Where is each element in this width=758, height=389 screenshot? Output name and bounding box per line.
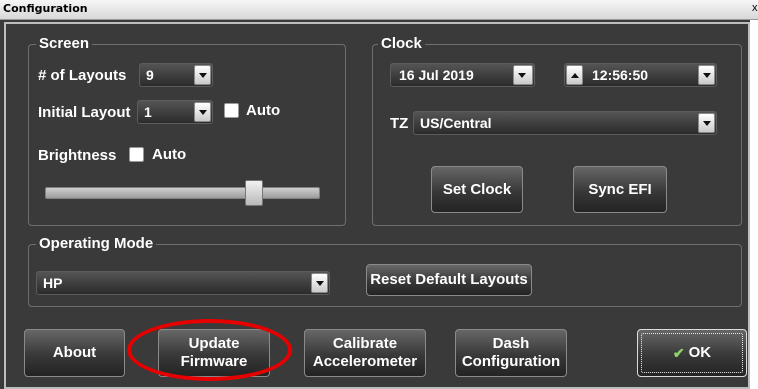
reset-default-layouts-button[interactable]: Reset Default Layouts	[366, 264, 532, 296]
chevron-down-icon[interactable]	[698, 113, 715, 133]
chevron-down-icon[interactable]	[311, 273, 328, 293]
operating-mode-legend: Operating Mode	[36, 235, 157, 252]
focus-ring	[641, 333, 743, 373]
brightness-auto-label: Auto	[152, 146, 187, 163]
timezone-select[interactable]: US/Central	[413, 111, 717, 135]
timezone-value: US/Central	[420, 115, 492, 131]
chevron-up-icon[interactable]	[566, 65, 583, 85]
sync-efi-button[interactable]: Sync EFI	[573, 166, 667, 213]
ok-button[interactable]: ✔ OK	[637, 329, 747, 377]
time-value: 12:56:50	[592, 67, 649, 83]
set-clock-button[interactable]: Set Clock	[431, 166, 523, 213]
date-value: 16 Jul 2019	[399, 67, 474, 83]
window-title: Configuration	[3, 2, 88, 15]
dash-configuration-button[interactable]: Dash Configuration	[455, 329, 567, 377]
operating-mode-value: HP	[43, 275, 63, 291]
about-label: About	[52, 344, 97, 361]
update-firmware-label-1: Update	[188, 335, 240, 352]
dash-configuration-label-1: Dash	[492, 335, 530, 352]
clock-legend: Clock	[378, 35, 425, 52]
initial-layout-value: 1	[144, 104, 152, 120]
brightness-auto-checkbox[interactable]	[129, 147, 144, 162]
sync-efi-label: Sync EFI	[588, 180, 652, 198]
update-firmware-button[interactable]: Update Firmware	[158, 329, 270, 377]
about-button[interactable]: About	[24, 329, 125, 377]
layouts-select[interactable]: 9	[139, 63, 213, 87]
configuration-window: Configuration x Screen # of Layouts 9 In…	[0, 0, 758, 389]
chevron-down-icon[interactable]	[194, 102, 211, 122]
dash-configuration-label-2: Configuration	[461, 353, 561, 370]
brightness-label: Brightness	[38, 147, 117, 164]
close-icon[interactable]: x	[752, 2, 758, 14]
timezone-label: TZ	[390, 115, 409, 132]
calibrate-label-1: Calibrate	[332, 335, 398, 352]
chevron-down-icon[interactable]	[194, 65, 211, 85]
initial-layout-label: Initial Layout	[38, 104, 131, 121]
update-firmware-label-2: Firmware	[180, 353, 248, 370]
brightness-slider-track[interactable]	[45, 187, 320, 199]
date-select[interactable]: 16 Jul 2019	[390, 63, 535, 87]
screen-legend: Screen	[36, 35, 93, 52]
layouts-label: # of Layouts	[38, 67, 127, 84]
initial-auto-label: Auto	[246, 102, 281, 119]
initial-auto-checkbox[interactable]	[224, 103, 239, 118]
set-clock-label: Set Clock	[442, 180, 512, 198]
calibrate-accelerometer-button[interactable]: Calibrate Accelerometer	[304, 329, 426, 377]
operating-mode-select[interactable]: HP	[36, 271, 330, 295]
chevron-down-icon[interactable]	[698, 65, 715, 85]
time-spinner[interactable]: 12:56:50	[564, 63, 717, 87]
reset-default-layouts-label: Reset Default Layouts	[370, 271, 528, 288]
brightness-slider-handle[interactable]	[245, 180, 264, 206]
initial-layout-select[interactable]: 1	[137, 100, 213, 124]
chevron-down-icon[interactable]	[513, 65, 533, 85]
calibrate-label-2: Accelerometer	[312, 353, 418, 370]
layouts-value: 9	[146, 67, 154, 83]
title-bar: Configuration x	[0, 0, 758, 20]
